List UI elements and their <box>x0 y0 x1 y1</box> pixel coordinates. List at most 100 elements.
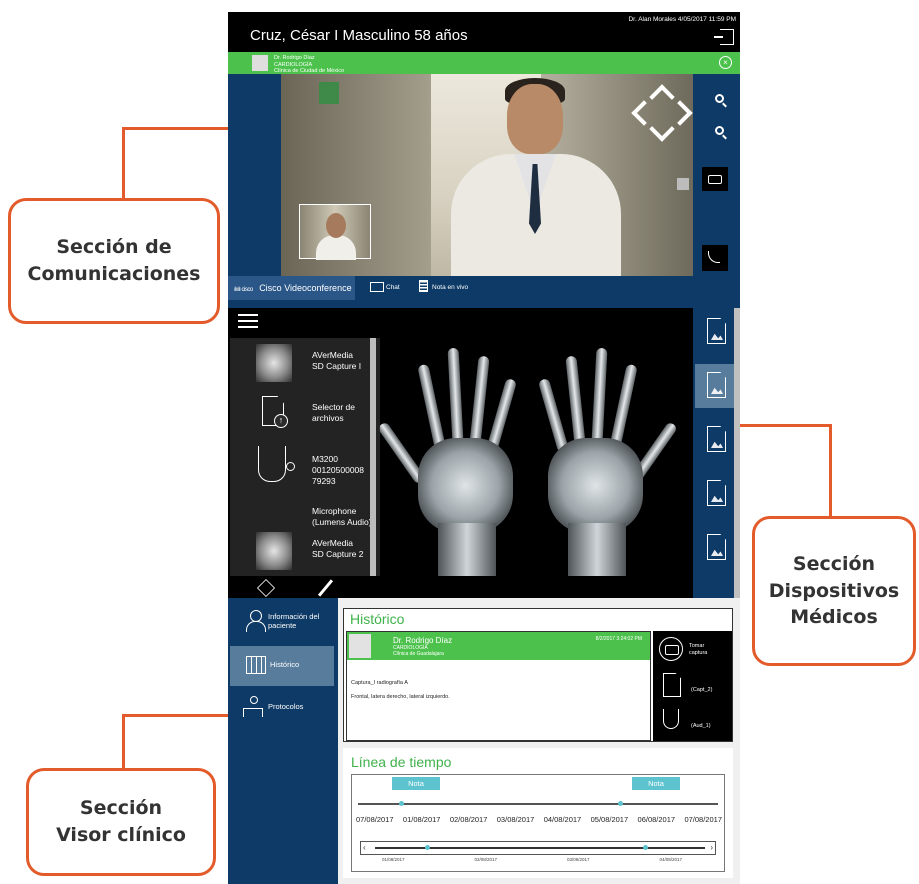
timeline-scroller-date: 01/08/2017 <box>382 857 405 862</box>
remote-doctor-info: Dr. Rodrigo Díaz CARDIOLOGÍA Clínica de … <box>274 55 344 75</box>
hangup-button[interactable] <box>702 245 728 271</box>
device-label: Selector de archivos <box>312 402 355 424</box>
devices-toolbar <box>228 576 693 598</box>
chevron-left-icon[interactable]: ‹ <box>363 843 366 852</box>
avatar <box>349 634 371 658</box>
menu-icon[interactable] <box>238 314 258 328</box>
device-label: AVerMedia SD Capture I <box>312 350 362 372</box>
cisco-logo: ılıılı cisco <box>234 287 253 293</box>
timeline-scroller-dot <box>643 845 648 850</box>
device-label: M3200 00120500008 79293 <box>312 454 365 487</box>
sidebar-item-history[interactable]: Histórico <box>230 646 334 686</box>
history-entry[interactable]: Dr. Rodrigo Díaz CARDIOLOGÍA Clínica de … <box>346 631 651 741</box>
video-background <box>319 82 339 104</box>
doctor-timestamp: Dr. Alan Morales 4/05/2017 11:59 PM <box>628 16 736 23</box>
viewer-sidebar: Información del paciente Histórico Proto… <box>228 598 338 884</box>
sidebar-item-patient-info[interactable]: Información del paciente <box>228 602 338 642</box>
xray-thumbnail <box>256 532 292 570</box>
close-call-icon[interactable]: × <box>719 56 732 69</box>
tab-label: Nota en vivo <box>432 284 469 291</box>
device-item-file-selector[interactable]: ↑ Selector de archivos <box>230 394 372 442</box>
device-label: Microphone (Lumens Audio) <box>312 506 372 528</box>
zoom-out-icon[interactable] <box>715 94 724 103</box>
logout-icon[interactable] <box>714 29 734 45</box>
callout-leader <box>122 127 125 199</box>
clinical-viewer: Información del paciente Histórico Proto… <box>228 598 740 884</box>
timeline-note-2[interactable]: Nota <box>632 777 680 790</box>
history-date: 8/2/2017 3:24:02 PM <box>595 636 642 642</box>
device-list: AVerMedia SD Capture I ↑ Selector de arc… <box>230 338 380 576</box>
callout-leader <box>122 714 125 770</box>
capture-thumbnail[interactable] <box>695 418 738 462</box>
lock-icon[interactable] <box>677 178 689 190</box>
timeline-note-1[interactable]: Nota <box>392 777 440 790</box>
tab-label: Cisco Videoconference <box>259 283 352 293</box>
top-bar: Cruz, César I Masculino 58 años Dr. Alan… <box>228 12 740 52</box>
pan-left-icon[interactable] <box>631 100 657 126</box>
sidebar-item-label: Histórico <box>270 660 300 669</box>
timeline-panel: Línea de tiempo Nota Nota 07/08/2017 01/… <box>343 748 733 878</box>
take-capture-label[interactable]: Tomar captura <box>689 643 723 657</box>
callout-leader <box>122 714 238 717</box>
device-list-scrollbar[interactable] <box>370 338 376 576</box>
capture-thumbnail[interactable] <box>695 526 738 570</box>
history-title: Histórico <box>350 611 405 627</box>
devices-viewer: AVerMedia SD Capture I ↑ Selector de arc… <box>228 308 693 598</box>
capture-2-label[interactable]: (Capt_2) <box>691 687 712 694</box>
timeline-date: 05/08/2017 <box>590 815 629 824</box>
hierarchy-icon <box>242 696 264 718</box>
timeline-date: 07/08/2017 <box>356 815 394 824</box>
camera-icon[interactable] <box>659 637 683 661</box>
tab-cisco-videoconference[interactable]: ılıılı cisco Cisco Videoconference <box>228 276 355 300</box>
timeline-box: Nota Nota 07/08/2017 01/08/2017 02/08/20… <box>351 774 725 872</box>
timeline-date: 06/08/2017 <box>637 815 676 824</box>
device-item-stethoscope[interactable]: M3200 00120500008 79293 <box>230 446 372 494</box>
pan-up-icon[interactable] <box>649 84 675 110</box>
image-file-icon <box>707 318 726 344</box>
image-file-icon <box>707 372 726 398</box>
audio-1-label[interactable]: (Aud_1) <box>691 723 711 730</box>
tab-chat[interactable]: Chat <box>370 276 400 300</box>
callout-comunicaciones: Sección de Comunicaciones <box>8 198 220 324</box>
phone-icon <box>708 251 720 263</box>
capture-thumbnail[interactable] <box>695 364 738 408</box>
person-icon <box>246 610 266 632</box>
timeline-title: Línea de tiempo <box>351 754 452 770</box>
sidebar-item-label: Protocolos <box>268 702 304 711</box>
pan-down-icon[interactable] <box>649 116 675 142</box>
self-view-person <box>326 213 346 238</box>
timeline-scroller[interactable]: ‹ › <box>360 841 716 855</box>
camera-switch-button[interactable] <box>702 167 728 191</box>
timeline-marker <box>399 801 404 806</box>
note-icon <box>419 280 428 292</box>
zoom-in-icon[interactable] <box>715 126 724 135</box>
timeline-date: 02/08/2017 <box>449 815 488 824</box>
self-view-pip[interactable] <box>299 204 371 260</box>
sidebar-item-protocols[interactable]: Protocolos <box>228 688 338 728</box>
image-file-icon <box>707 426 726 452</box>
capture-thumbnail[interactable] <box>695 310 738 354</box>
callout-leader <box>730 424 832 427</box>
device-item-avermedia-1[interactable]: AVerMedia SD Capture I <box>230 342 372 390</box>
captures-rail <box>693 308 740 598</box>
tab-live-note[interactable]: Nota en vivo <box>419 276 468 300</box>
timeline-axis <box>358 803 718 805</box>
communication-tabs: ılıılı cisco Cisco Videoconference Chat … <box>228 276 740 300</box>
xray-thumbnail <box>256 344 292 382</box>
chevron-right-icon[interactable]: › <box>710 843 713 852</box>
history-entry-header: Dr. Rodrigo Díaz CARDIOLOGÍA Clínica de … <box>347 632 650 660</box>
stethoscope-icon <box>286 462 295 471</box>
stethoscope-icon[interactable] <box>663 709 679 729</box>
device-item-avermedia-2[interactable]: AVerMedia SD Capture 2 <box>230 530 372 578</box>
callout-visor: Sección Visor clínico <box>26 768 216 876</box>
capture-thumbnail[interactable] <box>695 472 738 516</box>
captures-scrollbar[interactable] <box>734 308 740 598</box>
video-person <box>507 84 563 154</box>
callout-dispositivos: Sección Dispositivos Médicos <box>752 516 916 666</box>
timeline-scroller-date: 04/08/2017 <box>659 857 682 862</box>
image-file-icon <box>707 534 726 560</box>
self-view-person <box>316 235 356 260</box>
stethoscope-icon <box>258 446 286 482</box>
pan-right-icon[interactable] <box>667 100 693 126</box>
image-file-icon[interactable] <box>663 673 681 697</box>
